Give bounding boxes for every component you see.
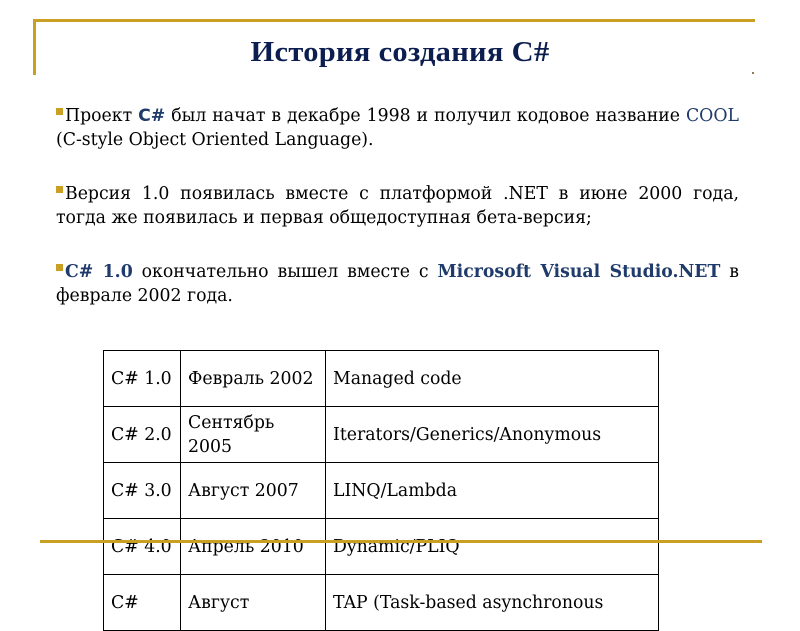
versions-table: C# 1.0 Февраль 2002 Managed code C# 2.0 … xyxy=(103,350,659,631)
square-bullet-icon xyxy=(56,186,63,193)
table-row: C# 4.0 Апрель 2010 Dynamic/PLIQ xyxy=(103,518,659,575)
bullet-text: был начат в декабре 1998 и получил кодов… xyxy=(165,106,686,126)
date-cell: Август 2007 xyxy=(180,462,326,519)
date-cell: Февраль 2002 xyxy=(180,350,326,407)
square-bullet-icon xyxy=(56,264,63,271)
date-cell: Апрель 2010 xyxy=(180,518,326,575)
bullet-text: Версия 1.0 появилась вместе с платформой… xyxy=(56,184,739,228)
features-cell: Iterators/Generics/Anonymous xyxy=(325,406,659,463)
bullet-text: (C-style Object Oriented Language). xyxy=(56,130,374,150)
features-cell: Managed code xyxy=(325,350,659,407)
features-cell: LINQ/Lambda xyxy=(325,462,659,519)
slide-title: История создания C# xyxy=(250,36,550,68)
highlight-csharp-version: C# 1.0 xyxy=(65,262,133,282)
version-cell: C# xyxy=(103,574,181,631)
table-row: C# 2.0 Сентябрь 2005 Iterators/Generics/… xyxy=(103,406,659,463)
bullet-list: Проект C# был начат в декабре 1998 и пол… xyxy=(56,104,739,338)
bullet-item: C# 1.0 окончательно вышел вместе с Micro… xyxy=(56,260,739,308)
highlight-cool: COOL xyxy=(685,106,739,126)
table-row: C# Август TAP (Task-based asynchronous xyxy=(103,574,659,631)
decorative-footer-line xyxy=(40,540,762,543)
table-row: C# 3.0 Август 2007 LINQ/Lambda xyxy=(103,462,659,519)
highlight-csharp: C# xyxy=(138,106,166,126)
highlight-visual-studio: Microsoft Visual Studio.NET xyxy=(437,262,721,282)
features-cell: Dynamic/PLIQ xyxy=(325,518,659,575)
features-cell: TAP (Task-based asynchronous xyxy=(325,574,659,631)
date-cell: Сентябрь 2005 xyxy=(180,406,326,463)
bullet-text: окончательно вышел вместе с xyxy=(132,262,438,282)
square-bullet-icon xyxy=(56,108,63,115)
date-cell: Август xyxy=(180,574,326,631)
table-row: C# 1.0 Февраль 2002 Managed code xyxy=(103,350,659,407)
version-cell: C# 4.0 xyxy=(103,518,181,575)
version-cell: C# 1.0 xyxy=(103,350,181,407)
version-cell: C# 3.0 xyxy=(103,462,181,519)
decorative-frame-top xyxy=(33,19,755,22)
version-cell: C# 2.0 xyxy=(103,406,181,463)
bullet-item: Версия 1.0 появилась вместе с платформой… xyxy=(56,182,739,230)
bullet-item: Проект C# был начат в декабре 1998 и пол… xyxy=(56,104,739,152)
bullet-text: Проект xyxy=(65,106,139,126)
decorative-dot xyxy=(752,72,754,74)
